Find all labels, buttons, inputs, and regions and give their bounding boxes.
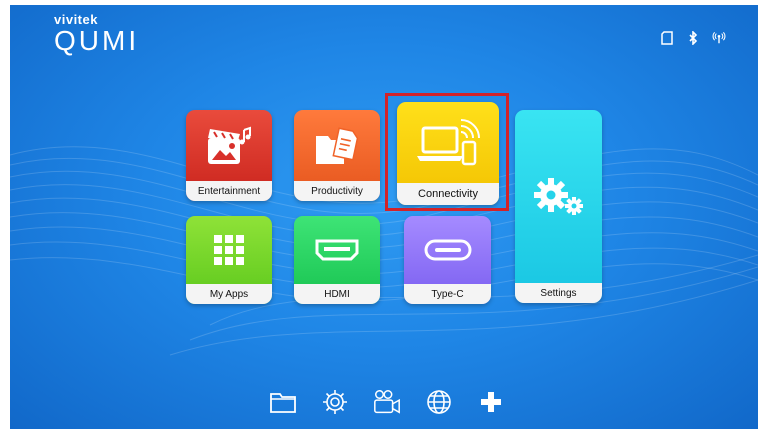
bottom-dock [268,387,506,417]
selection-highlight [385,93,509,211]
tile-label: Settings [515,283,602,303]
tile-hdmi[interactable]: HDMI [294,216,380,304]
tile-label: Productivity [294,181,380,201]
tile-type-c[interactable]: Type-C [404,216,491,304]
camera-icon[interactable] [372,387,402,417]
brand-big: QUMI [54,25,140,56]
wireless-signal-icon [712,31,726,45]
settings-gear-icon[interactable] [320,387,350,417]
tile-entertainment[interactable]: Entertainment [186,110,272,201]
gears-icon [515,110,602,283]
sd-card-icon [660,31,674,45]
folder-icon[interactable] [268,387,298,417]
add-icon[interactable] [476,387,506,417]
vivitek-qumi-logo: vivitek QUMI [54,13,139,55]
background-waves [10,146,758,356]
usb-c-port-icon [404,216,491,284]
tile-label: HDMI [294,284,380,304]
tile-label: My Apps [186,284,272,304]
tile-label: Entertainment [186,181,272,201]
tile-label: Type-C [404,284,491,304]
globe-icon[interactable] [424,387,454,417]
status-bar [660,31,726,45]
launcher-screen: vivitek QUMI Entertainment Productivity … [10,5,758,429]
tile-my-apps[interactable]: My Apps [186,216,272,304]
bluetooth-icon [686,31,700,45]
documents-icon [294,110,380,181]
tile-productivity[interactable]: Productivity [294,110,380,201]
app-grid-icon [186,216,272,284]
hdmi-port-icon [294,216,380,284]
tile-settings[interactable]: Settings [515,110,602,303]
media-icon [186,110,272,181]
